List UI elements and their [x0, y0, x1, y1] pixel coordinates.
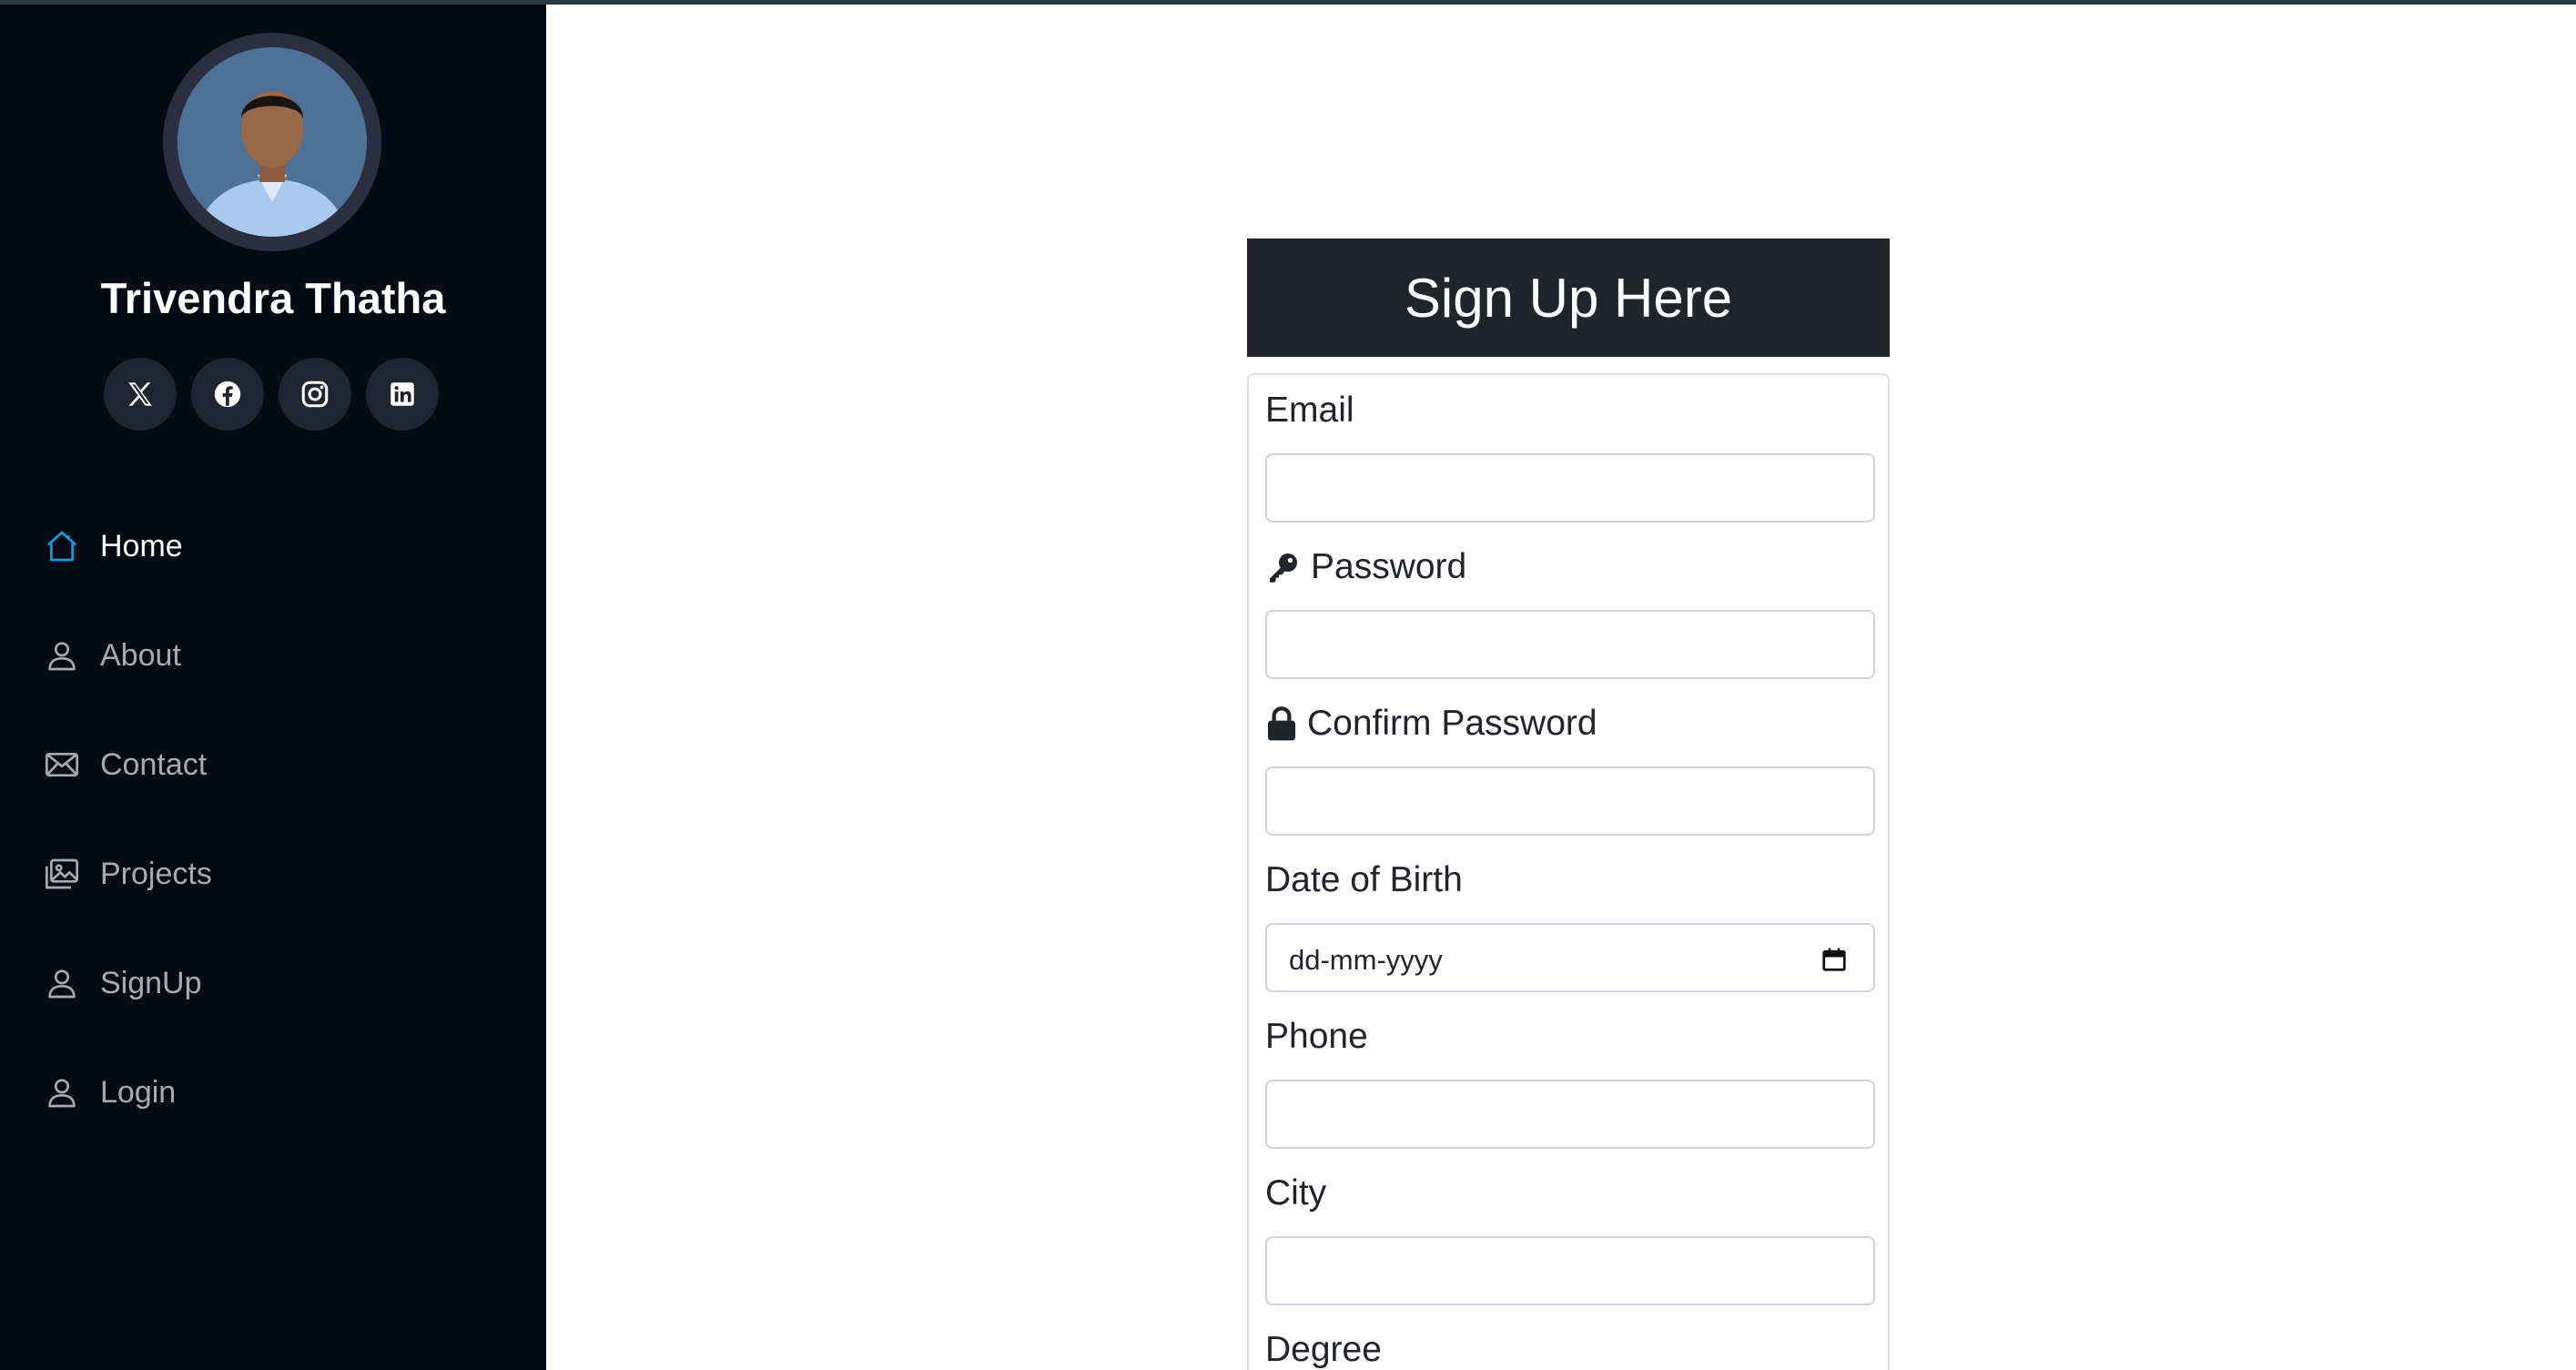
linkedin-link[interactable]: [366, 358, 439, 431]
sidebar-item-label: Contact: [100, 746, 208, 782]
sidebar-item-label: About: [100, 637, 181, 673]
phone-label-text: Phone: [1265, 1017, 1368, 1056]
city-field-group: City: [1265, 1171, 1875, 1305]
city-label-text: City: [1265, 1173, 1327, 1213]
degree-field-group: Degree: [1265, 1327, 1875, 1370]
sidebar-item-home[interactable]: Home: [0, 492, 546, 601]
dob-field[interactable]: dd-mm-yyyy: [1265, 923, 1875, 992]
dob-placeholder: dd-mm-yyyy: [1289, 944, 1443, 976]
profile-photo: [177, 47, 367, 237]
city-label: City: [1265, 1171, 1875, 1216]
instagram-icon: [301, 381, 329, 408]
sidebar-item-login[interactable]: Login: [0, 1038, 546, 1147]
password-label: Password: [1265, 544, 1875, 590]
main-content: Sign Up Here Email Password Confirm Pass…: [546, 0, 2576, 1370]
degree-label-text: Degree: [1265, 1330, 1382, 1369]
instagram-link[interactable]: [279, 358, 351, 431]
x-twitter-link[interactable]: [104, 358, 177, 431]
facebook-icon: [214, 381, 241, 408]
dob-field-group: Date of Birth dd-mm-yyyy: [1265, 858, 1875, 992]
linkedin-icon: [390, 382, 414, 406]
sidebar-nav: Home About Contact Projects SignUp Login: [0, 492, 546, 1147]
email-field[interactable]: [1265, 453, 1875, 523]
x-twitter-icon: [128, 382, 152, 406]
sidebar-item-label: SignUp: [100, 965, 202, 1000]
top-border: [0, 0, 2576, 5]
signup-form-title: Sign Up Here: [1247, 238, 1890, 357]
person-icon: [48, 969, 76, 999]
phone-field[interactable]: [1265, 1080, 1875, 1149]
images-icon: [46, 858, 78, 889]
lock-icon: [1268, 706, 1295, 741]
email-label-text: Email: [1265, 391, 1354, 430]
sidebar-item-label: Login: [100, 1074, 177, 1110]
social-links: [104, 358, 439, 431]
degree-label: Degree: [1265, 1327, 1875, 1370]
sidebar: Trivendra Thatha Home About Contact Proj…: [0, 0, 546, 1370]
sidebar-item-contact[interactable]: Contact: [0, 710, 546, 819]
calendar-icon[interactable]: [1820, 946, 1848, 973]
sidebar-item-about[interactable]: About: [0, 601, 546, 710]
confirm-password-field-group: Confirm Password: [1265, 701, 1875, 836]
signup-form: Email Password Confirm Password Date of …: [1247, 373, 1890, 1370]
password-label-text: Password: [1311, 547, 1467, 586]
person-icon: [48, 1079, 76, 1108]
confirm-password-field[interactable]: [1265, 766, 1875, 836]
city-field[interactable]: [1265, 1236, 1875, 1305]
sidebar-item-signup[interactable]: SignUp: [0, 929, 546, 1038]
confirm-password-label: Confirm Password: [1265, 701, 1875, 746]
password-field-group: Password: [1265, 544, 1875, 679]
sidebar-item-label: Home: [100, 528, 183, 563]
key-icon: [1270, 553, 1297, 583]
avatar: [163, 33, 381, 251]
email-label: Email: [1265, 388, 1875, 433]
password-field[interactable]: [1265, 610, 1875, 679]
house-icon: [47, 531, 76, 562]
dob-label: Date of Birth: [1265, 858, 1875, 903]
envelope-icon: [46, 753, 78, 776]
phone-field-group: Phone: [1265, 1014, 1875, 1149]
dob-label-text: Date of Birth: [1265, 860, 1463, 899]
phone-label: Phone: [1265, 1014, 1875, 1060]
person-icon: [48, 642, 76, 671]
confirm-password-label-text: Confirm Password: [1307, 704, 1597, 743]
profile-name: Trivendra Thatha: [100, 274, 446, 322]
sidebar-item-label: Projects: [100, 856, 212, 891]
email-field-group: Email: [1265, 388, 1875, 523]
sidebar-item-projects[interactable]: Projects: [0, 819, 546, 929]
facebook-link[interactable]: [191, 358, 264, 431]
